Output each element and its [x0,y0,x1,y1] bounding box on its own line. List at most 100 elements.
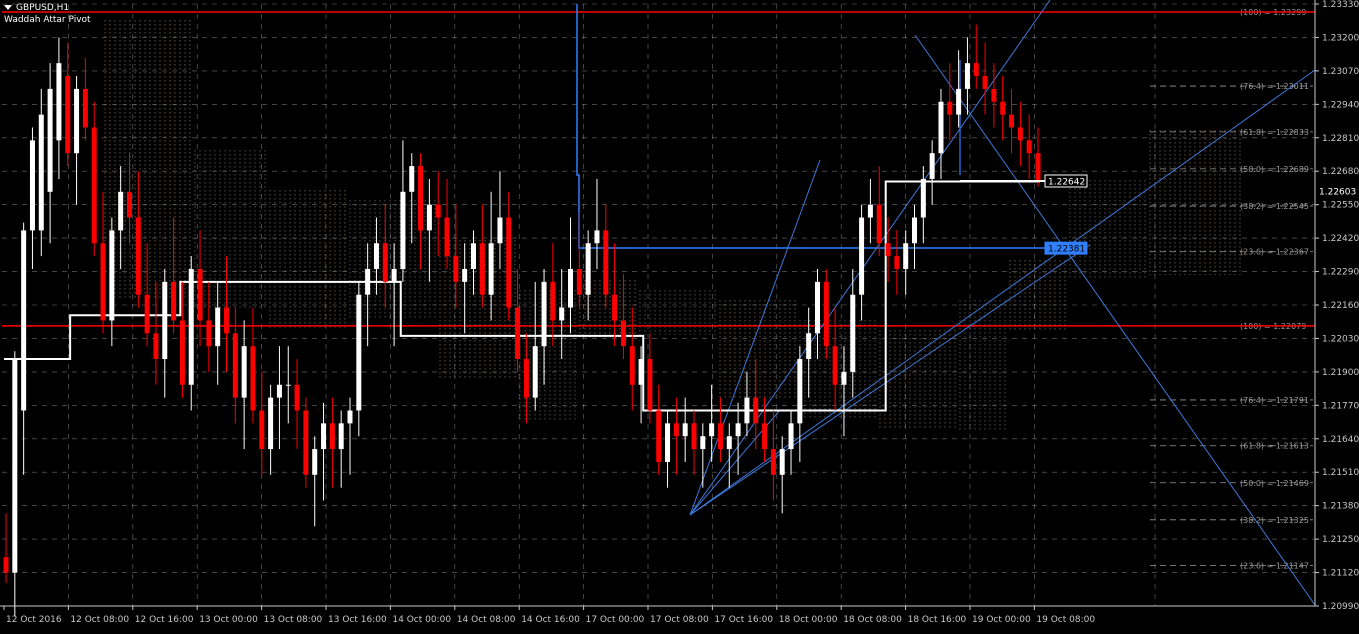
fib-level-label: (23.6) = 1.22367 [1240,248,1309,257]
candle-body [294,384,300,411]
candle-body [700,436,706,450]
price-tick-label: 1.21250 [1322,535,1359,545]
candle-body [656,410,662,462]
candle-body [312,449,318,475]
candle-body [1026,140,1032,154]
candle-body [3,557,9,573]
chart-canvas[interactable]: (100) = 1.23299(76.4) = 1.23011(61.8) = … [0,0,1359,630]
price-tick-label: 1.20990 [1322,602,1359,612]
candle-body [735,423,741,437]
price-tag: 1.22381 [1044,241,1088,255]
candle-body [956,88,962,115]
candle-body [232,333,238,398]
candle-body [276,384,282,398]
candle-body [285,384,291,386]
candle-body [179,320,185,385]
price-tick-label: 1.22420 [1322,234,1359,244]
candle-body [259,410,265,450]
price-tick-label: 1.22680 [1322,167,1359,177]
candle-body [806,333,812,360]
indicator-label: Waddah Attar Pivot [4,15,91,25]
candle-body [497,217,503,244]
candle [823,268,829,360]
time-tick-label: 17 Oct 08:00 [650,615,709,625]
candle-body [365,268,371,295]
price-tag-label: 1.22381 [1048,245,1085,255]
candle-body [876,204,882,244]
candle-body [144,294,150,334]
time-tick-label: 19 Oct 00:00 [972,615,1031,625]
candle-body [744,397,750,424]
candle-body [356,294,362,411]
time-tick-label: 14 Oct 08:00 [457,615,516,625]
candle-body [991,88,997,102]
candle-body [391,268,397,282]
candle-body [629,346,635,385]
candle-body [56,63,62,141]
candle-body [568,268,574,308]
time-tick-label: 18 Oct 16:00 [908,615,967,625]
candle-body [550,281,556,321]
candle-body [444,217,450,257]
candle-body [541,281,547,347]
time-tick-label: 18 Oct 00:00 [779,615,838,625]
candle-body [814,281,820,334]
candle-body [65,76,71,154]
fib-level-label: (50.0) = 1.21469 [1240,479,1309,488]
time-tick-label: 12 Oct 2016 [6,615,62,625]
candle-body [665,423,671,462]
price-tag: 1.22642 [1044,174,1088,188]
candle-body [206,320,212,347]
chevron-down-icon[interactable] [4,5,12,10]
candle-body [929,153,935,179]
candle-body [753,397,759,424]
candle-body [788,423,794,450]
candle-body [338,423,344,450]
candle-body [867,204,873,218]
price-tick-label: 1.23070 [1322,67,1359,77]
candle-body [770,449,776,475]
candle-body [832,346,838,385]
fib-level-label: (50.0) = 1.22689 [1240,165,1309,174]
candle-body [779,449,785,475]
price-tick-label: 1.21900 [1322,368,1359,378]
candle-body [973,63,979,77]
time-tick-label: 14 Oct 16:00 [521,615,580,625]
candle-body [691,423,697,450]
candle-body [885,243,891,257]
candle-body [1017,127,1023,141]
candle-body [418,166,424,231]
candle-body [612,294,618,321]
candle-body [823,281,829,347]
candle-body [1035,153,1041,182]
candle-body [12,359,18,573]
candle-body [21,230,27,411]
candle-body [303,410,309,475]
price-tick-label: 1.22290 [1322,268,1359,278]
candle-body [38,114,44,231]
time-tick-label: 12 Oct 08:00 [70,615,129,625]
candle-body [559,307,565,321]
time-tick-label: 18 Oct 08:00 [843,615,902,625]
candle-body [532,346,538,398]
price-tick-label: 1.22810 [1322,134,1359,144]
candle-body [594,230,600,244]
candle-body [762,423,768,450]
price-tick-label: 1.21640 [1322,435,1359,445]
candle-body [859,217,865,295]
candle-body [903,243,909,269]
candle-body [682,423,688,437]
candle-body [426,204,432,231]
fib-level-label: (38.2) = 1.22545 [1240,202,1309,211]
time-tick-label: 12 Oct 16:00 [135,615,194,625]
time-tick-label: 17 Oct 16:00 [714,615,773,625]
candle-body [29,140,35,231]
price-tick-label: 1.21120 [1322,569,1359,579]
candle-body [673,423,679,437]
candle-body [964,63,970,89]
candle-body [118,191,124,231]
price-chart[interactable]: (100) = 1.23299(76.4) = 1.23011(61.8) = … [0,0,1359,630]
candle-body [603,230,609,295]
symbol-title[interactable]: GBPUSD,H1 [4,3,69,14]
candle-body [100,243,106,321]
